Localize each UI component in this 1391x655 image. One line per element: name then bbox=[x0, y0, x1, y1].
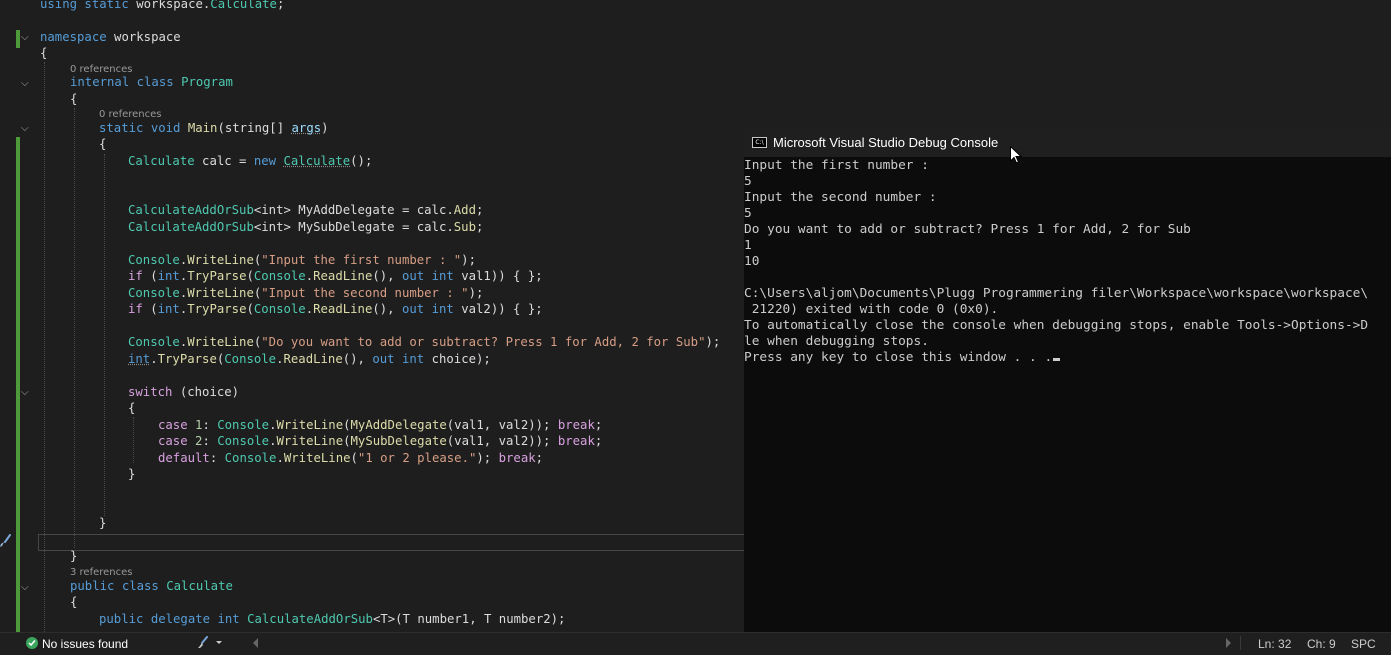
status-divider bbox=[1240, 636, 1241, 650]
code-line[interactable]: internal class Program bbox=[40, 74, 233, 91]
column-indicator[interactable]: Ch: 9 bbox=[1307, 637, 1336, 651]
code-line[interactable]: Calculate calc = new Calculate(); bbox=[40, 153, 372, 170]
console-line-prompt: Press any key to close this window . . . bbox=[744, 350, 1391, 366]
fold-chevron-icon[interactable]: ⌵ bbox=[21, 76, 31, 92]
code-line[interactable]: case 1: Console.WriteLine(MyAddDelegate(… bbox=[40, 417, 602, 434]
whitespace-indicator[interactable]: SPC bbox=[1351, 637, 1376, 651]
mouse-pointer-icon bbox=[1010, 146, 1022, 164]
console-line: Do you want to add or subtract? Press 1 … bbox=[744, 222, 1191, 237]
text-cursor bbox=[1053, 358, 1061, 361]
status-bar: No issues found Ln: 32 Ch: 9 SPC bbox=[0, 632, 1391, 655]
line-indicator[interactable]: Ln: 32 bbox=[1258, 637, 1291, 651]
console-output[interactable]: Input the first number : 5 Input the sec… bbox=[744, 158, 1391, 628]
console-line: 1 bbox=[744, 238, 752, 253]
issues-status[interactable]: No issues found bbox=[42, 637, 128, 651]
debug-console-window[interactable]: C:\ Microsoft Visual Studio Debug Consol… bbox=[744, 128, 1391, 637]
code-line[interactable]: using static workspace.Calculate; bbox=[40, 0, 284, 13]
code-line[interactable]: switch (choice) bbox=[40, 384, 239, 401]
fold-chevron-icon[interactable]: ⌵ bbox=[21, 385, 31, 401]
code-line[interactable]: if (int.TryParse(Console.ReadLine(), out… bbox=[40, 268, 543, 285]
console-prompt-text: Press any key to close this window . . . bbox=[744, 350, 1053, 365]
code-line[interactable]: if (int.TryParse(Console.ReadLine(), out… bbox=[40, 301, 543, 318]
code-line[interactable]: { bbox=[40, 400, 135, 417]
code-line[interactable]: public delegate int CalculateAddOrSub<T>… bbox=[40, 611, 565, 628]
code-cleanup-brush-icon[interactable] bbox=[198, 636, 226, 650]
git-change-marker bbox=[16, 137, 20, 632]
fold-chevron-icon[interactable]: ⌵ bbox=[21, 30, 31, 46]
console-line: 21220) exited with code 0 (0x0). bbox=[744, 302, 999, 317]
console-line: 10 bbox=[744, 254, 760, 269]
scroll-left-arrow-icon[interactable] bbox=[252, 638, 260, 648]
current-line-highlight bbox=[38, 534, 744, 551]
code-line[interactable]: Console.WriteLine("Do you want to add or… bbox=[40, 334, 720, 351]
code-line[interactable]: case 2: Console.WriteLine(MySubDelegate(… bbox=[40, 433, 602, 450]
code-line[interactable]: { bbox=[40, 594, 77, 611]
code-line[interactable]: namespace workspace bbox=[40, 29, 181, 46]
code-line[interactable]: Console.WriteLine("Input the second numb… bbox=[40, 285, 483, 302]
code-line[interactable]: public class Calculate bbox=[40, 578, 233, 595]
code-line[interactable]: { bbox=[40, 91, 77, 108]
code-line[interactable]: } bbox=[40, 515, 106, 532]
code-line[interactable]: CalculateAddOrSub<int> MySubDelegate = c… bbox=[40, 219, 483, 236]
code-line[interactable]: Console.WriteLine("Input the first numbe… bbox=[40, 252, 476, 269]
code-line[interactable]: default: Console.WriteLine("1 or 2 pleas… bbox=[40, 450, 543, 467]
console-line: 5 bbox=[744, 174, 752, 189]
console-line: To automatically close the console when … bbox=[744, 318, 1369, 333]
git-change-marker bbox=[16, 30, 20, 48]
console-line: le when debugging stops. bbox=[744, 334, 929, 349]
scroll-right-arrow-icon[interactable] bbox=[1224, 638, 1232, 648]
code-line[interactable]: int.TryParse(Console.ReadLine(), out int… bbox=[40, 351, 491, 368]
fold-chevron-icon[interactable]: ⌵ bbox=[21, 121, 31, 137]
console-line: C:\Users\aljom\Documents\Plugg Programme… bbox=[744, 286, 1369, 301]
code-line[interactable]: CalculateAddOrSub<int> MyAddDelegate = c… bbox=[40, 202, 483, 219]
console-title: Microsoft Visual Studio Debug Console bbox=[773, 135, 999, 150]
code-line[interactable]: } bbox=[40, 548, 77, 565]
code-line[interactable]: static void Main(string[] args) bbox=[40, 120, 329, 137]
code-line[interactable]: { bbox=[40, 45, 47, 62]
code-line[interactable]: } bbox=[40, 466, 135, 483]
console-title-bar[interactable]: C:\ Microsoft Visual Studio Debug Consol… bbox=[744, 128, 1391, 157]
console-line: 5 bbox=[744, 206, 752, 221]
console-app-icon: C:\ bbox=[752, 137, 767, 148]
quick-actions-brush-icon[interactable] bbox=[0, 534, 12, 548]
console-line: Input the second number : bbox=[744, 190, 937, 205]
console-line: Input the first number : bbox=[744, 158, 929, 173]
check-circle-icon bbox=[26, 637, 38, 649]
fold-chevron-icon[interactable]: ⌵ bbox=[21, 580, 31, 596]
code-line[interactable]: { bbox=[40, 136, 106, 153]
